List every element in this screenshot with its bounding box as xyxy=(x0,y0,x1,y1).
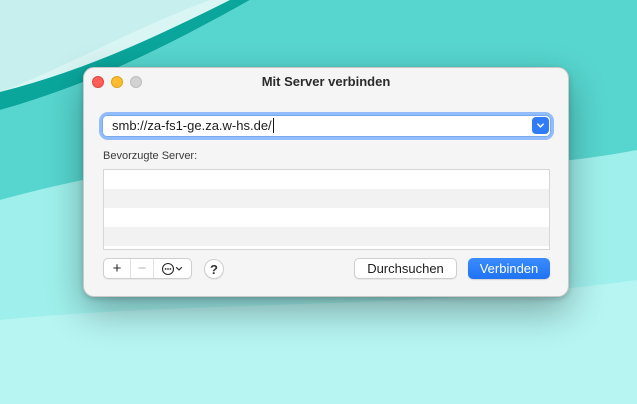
title-bar: Mit Server verbinden xyxy=(84,68,568,96)
chevron-up-down-icon xyxy=(537,123,544,128)
text-cursor xyxy=(272,118,274,133)
server-address-combobox[interactable]: smb://za-fs1-ge.za.w-hs.de/ xyxy=(102,115,551,137)
help-button[interactable]: ? xyxy=(204,259,224,279)
list-item[interactable] xyxy=(104,170,549,189)
list-item[interactable] xyxy=(104,189,549,208)
recent-servers-dropdown-button[interactable] xyxy=(532,117,549,134)
window-title: Mit Server verbinden xyxy=(261,74,391,89)
connect-to-server-dialog: Mit Server verbinden smb://za-fs1-ge.za.… xyxy=(83,67,569,297)
favorites-segmented-control: + − xyxy=(103,258,192,279)
connect-button[interactable]: Verbinden xyxy=(468,258,550,279)
remove-favorite-button[interactable]: − xyxy=(130,259,154,278)
more-options-button[interactable] xyxy=(154,259,191,278)
list-item[interactable] xyxy=(104,208,549,227)
list-item[interactable] xyxy=(104,227,549,246)
ellipsis-circle-icon xyxy=(161,262,182,275)
add-favorite-button[interactable]: + xyxy=(104,259,130,278)
server-address-value: smb://za-fs1-ge.za.w-hs.de/ xyxy=(112,118,272,133)
favorite-servers-list[interactable] xyxy=(103,169,550,250)
favorite-servers-label: Bevorzugte Server: xyxy=(103,150,198,162)
browse-button[interactable]: Durchsuchen xyxy=(354,258,457,279)
